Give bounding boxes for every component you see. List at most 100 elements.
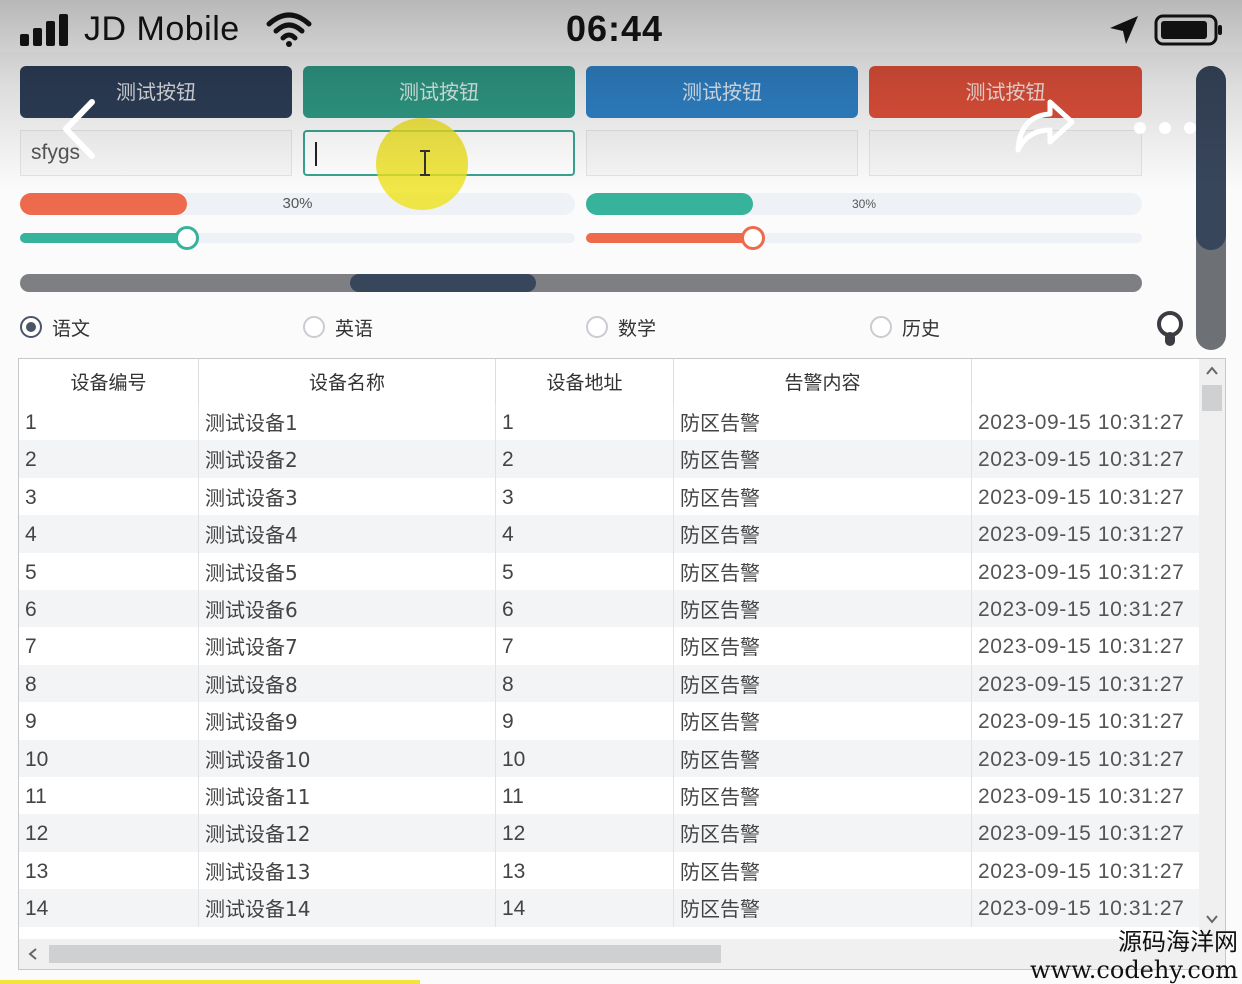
column-header-device-id[interactable]: 设备编号	[19, 359, 199, 403]
column-header-time[interactable]	[972, 359, 1199, 403]
text-input-3[interactable]	[586, 130, 858, 176]
slider-1-handle[interactable]	[174, 226, 199, 250]
table-row[interactable]: 9 测试设备9 9 防区告警 2023-09-15 10:31:27	[19, 702, 1199, 740]
carrier-name: JD Mobile	[84, 10, 240, 48]
vertical-slider-knob-icon[interactable]	[1156, 310, 1184, 348]
slider-1[interactable]	[20, 226, 575, 250]
table-horizontal-scrollbar-thumb[interactable]	[49, 945, 721, 963]
cell-time: 2023-09-15 10:31:27	[978, 859, 1185, 883]
table-row[interactable]: 10 测试设备10 10 防区告警 2023-09-15 10:31:27	[19, 739, 1199, 777]
radio-dot[interactable]	[303, 316, 325, 338]
cell-time: 2023-09-15 10:31:27	[978, 485, 1185, 509]
horizontal-scrollbar[interactable]	[20, 274, 1142, 292]
cell-alarm-content: 防区告警	[674, 889, 972, 927]
cell-device-address: 11	[496, 777, 674, 815]
table-row[interactable]: 5 测试设备5 5 防区告警 2023-09-15 10:31:27	[19, 552, 1199, 590]
slider-2[interactable]	[586, 226, 1142, 250]
test-button-2[interactable]: 测试按钮	[303, 66, 575, 118]
status-bar: JD Mobile 06:44	[0, 0, 1242, 62]
table-row[interactable]: 4 测试设备4 4 防区告警 2023-09-15 10:31:27	[19, 515, 1199, 553]
status-time: 06:44	[566, 8, 664, 49]
cell-alarm-content: 防区告警	[674, 702, 972, 740]
table-row[interactable]: 6 测试设备6 6 防区告警 2023-09-15 10:31:27	[19, 590, 1199, 628]
cell-device-id: 4	[19, 515, 199, 553]
back-chevron-icon[interactable]	[58, 96, 100, 162]
slider-1-fill	[20, 233, 187, 243]
cell-device-id: 7	[19, 627, 199, 665]
cell-device-address: 9	[496, 702, 674, 740]
cell-time: 2023-09-15 10:31:27	[978, 411, 1185, 434]
radio-chinese[interactable]: 语文	[20, 314, 90, 340]
test-button-3[interactable]: 测试按钮	[586, 66, 858, 118]
table-row[interactable]: 7 测试设备7 7 防区告警 2023-09-15 10:31:27	[19, 627, 1199, 665]
cell-device-id: 13	[19, 851, 199, 890]
cell-device-address: 12	[496, 814, 674, 852]
cell-device-name: 测试设备6	[199, 590, 496, 628]
table-row[interactable]: 12 测试设备12 12 防区告警 2023-09-15 10:31:27	[19, 814, 1199, 852]
column-header-alarm-content[interactable]: 告警内容	[674, 359, 972, 403]
bottom-accent-bar	[0, 980, 420, 984]
signal-icon	[20, 14, 72, 46]
cell-device-address: 7	[496, 627, 674, 665]
cell-alarm-content: 防区告警	[674, 664, 972, 703]
radio-dot-checked[interactable]	[20, 316, 42, 338]
cell-time: 2023-09-15 10:31:27	[978, 635, 1185, 659]
table-row[interactable]: 1 测试设备1 1 防区告警 2023-09-15 10:31:27	[19, 403, 1199, 441]
cell-alarm-content: 防区告警	[674, 851, 972, 890]
table-row[interactable]: 13 测试设备13 13 防区告警 2023-09-15 10:31:27	[19, 851, 1199, 890]
cell-alarm-content: 防区告警	[674, 403, 972, 441]
test-button-4[interactable]: 测试按钮	[869, 66, 1142, 118]
cell-device-name: 测试设备2	[199, 440, 496, 478]
battery-icon	[1154, 14, 1222, 46]
radio-history-label: 历史	[902, 317, 941, 340]
table-row[interactable]: 11 测试设备11 11 防区告警 2023-09-15 10:31:27	[19, 777, 1199, 815]
cell-device-id: 6	[19, 590, 199, 628]
scroll-down-arrow-icon[interactable]	[1205, 913, 1219, 925]
vertical-scrollbar-thumb[interactable]	[1196, 66, 1226, 250]
app-window: 测试按钮 测试按钮 测试按钮 测试按钮 sfygs 30% 30% 语文 英语 …	[0, 52, 1242, 984]
location-arrow-icon	[1110, 16, 1138, 44]
slider-2-fill	[586, 233, 753, 243]
table-vertical-scrollbar-thumb[interactable]	[1202, 385, 1222, 411]
table-row[interactable]: 8 测试设备8 8 防区告警 2023-09-15 10:31:27	[19, 664, 1199, 703]
watermark-url: www.codehy.com	[1030, 956, 1238, 984]
radio-math[interactable]: 数学	[586, 314, 656, 340]
table-row[interactable]: 2 测试设备2 2 防区告警 2023-09-15 10:31:27	[19, 440, 1199, 478]
radio-chinese-label: 语文	[52, 317, 91, 340]
scroll-up-arrow-icon[interactable]	[1205, 365, 1219, 377]
radio-english[interactable]: 英语	[303, 314, 373, 340]
cell-time: 2023-09-15 10:31:27	[978, 710, 1185, 734]
radio-history[interactable]: 历史	[870, 314, 940, 340]
horizontal-scrollbar-thumb[interactable]	[350, 274, 536, 292]
table-row[interactable]: 3 测试设备3 3 防区告警 2023-09-15 10:31:27	[19, 477, 1199, 516]
share-arrow-icon[interactable]	[1012, 96, 1078, 156]
column-header-device-name[interactable]: 设备名称	[199, 359, 496, 403]
slider-2-handle[interactable]	[740, 226, 765, 250]
cell-time: 2023-09-15 10:31:27	[978, 560, 1185, 584]
cell-device-name: 测试设备5	[199, 552, 496, 590]
cell-alarm-content: 防区告警	[674, 552, 972, 590]
cell-device-address: 4	[496, 515, 674, 553]
table-row[interactable]: 14 测试设备14 14 防区告警 2023-09-15 10:31:27	[19, 889, 1199, 927]
cell-device-id: 10	[19, 739, 199, 777]
radio-math-label: 数学	[618, 317, 657, 340]
cell-device-address: 10	[496, 739, 674, 777]
table-header: 设备编号 设备名称 设备地址 告警内容	[19, 359, 1199, 403]
cell-device-name: 测试设备9	[199, 702, 496, 740]
cell-time: 2023-09-15 10:31:27	[978, 822, 1185, 846]
cell-time: 2023-09-15 10:31:27	[978, 672, 1185, 696]
text-input-4[interactable]	[869, 130, 1142, 176]
column-header-device-address[interactable]: 设备地址	[496, 359, 674, 403]
cell-device-address: 14	[496, 889, 674, 927]
cell-device-id: 2	[19, 440, 199, 478]
vertical-scrollbar[interactable]	[1196, 66, 1226, 350]
radio-english-label: 英语	[335, 317, 374, 340]
text-caret	[315, 142, 317, 166]
table-vertical-scrollbar[interactable]	[1199, 359, 1225, 939]
scroll-left-arrow-icon[interactable]	[27, 947, 39, 961]
radio-dot[interactable]	[586, 316, 608, 338]
more-dots-icon[interactable]	[1130, 118, 1200, 138]
cell-device-id: 12	[19, 814, 199, 852]
cell-device-name: 测试设备1	[199, 403, 496, 441]
radio-dot[interactable]	[870, 316, 892, 338]
